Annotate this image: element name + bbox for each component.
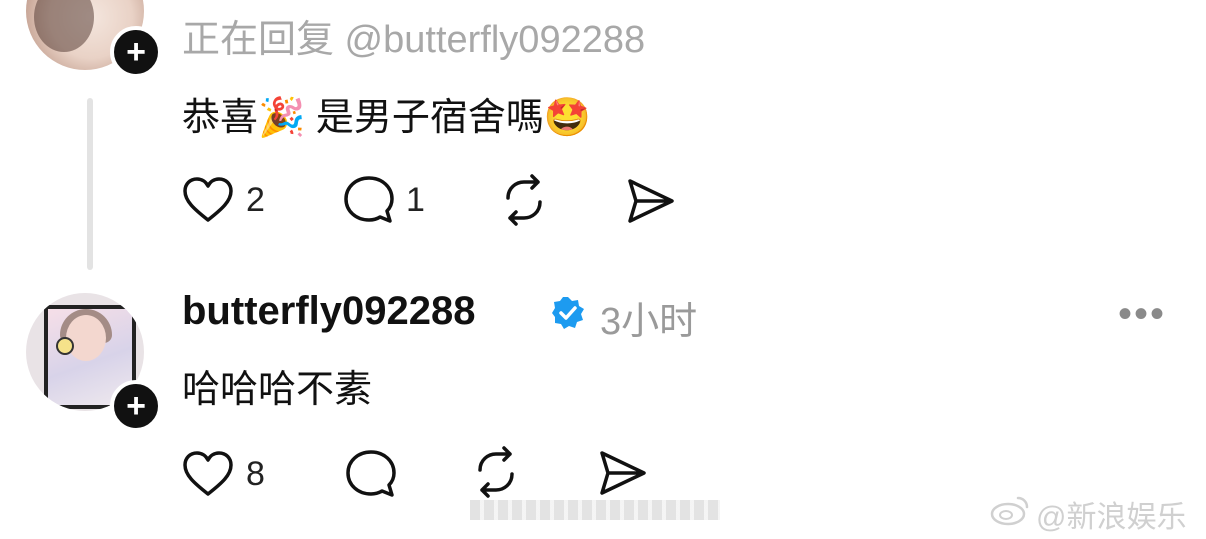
replying-to-label[interactable]: 正在回复 @butterfly092288 (182, 8, 645, 63)
comment-bubble-icon[interactable] (344, 448, 398, 500)
comment-text: 哈哈哈不素 (182, 369, 373, 411)
like-count: 2 (246, 181, 265, 219)
follow-plus-button[interactable]: + (110, 26, 162, 78)
more-options-button[interactable]: ••• (1118, 292, 1166, 337)
share-send-icon[interactable] (624, 176, 676, 226)
comment-count: 1 (406, 181, 425, 219)
comment-bubble-icon[interactable] (342, 174, 396, 226)
weibo-logo-icon (990, 496, 1029, 526)
share-send-icon[interactable] (596, 448, 648, 498)
like-count: 8 (246, 455, 265, 493)
timestamp: 3小时 (600, 301, 698, 343)
thread-line (87, 98, 93, 270)
follow-plus-button[interactable]: + (110, 380, 162, 432)
reply-text: 恭喜🎉 是男子宿舍嗎🤩 (182, 97, 592, 139)
avatar-face (66, 315, 106, 361)
blurred-text-strip (470, 500, 720, 520)
avatar-image (34, 0, 94, 52)
avatar-sticker (56, 337, 74, 355)
repost-icon[interactable] (498, 174, 550, 226)
repost-icon[interactable] (470, 446, 522, 498)
verified-badge-icon (552, 297, 584, 329)
like-heart-icon[interactable] (182, 450, 234, 498)
watermark-text: @新浪娱乐 (1036, 501, 1187, 534)
like-heart-icon[interactable] (182, 176, 234, 224)
username[interactable]: butterfly092288 (182, 289, 475, 334)
